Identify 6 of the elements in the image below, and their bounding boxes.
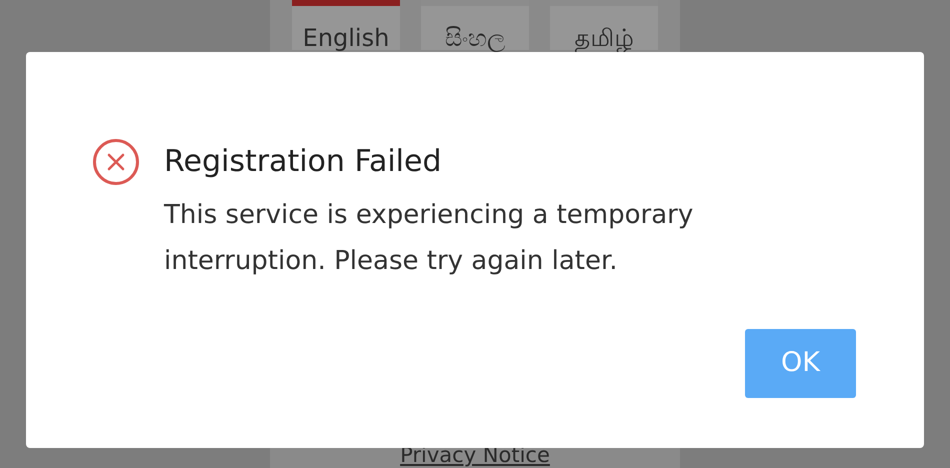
ok-button[interactable]: OK xyxy=(745,329,856,398)
error-icon xyxy=(92,138,140,186)
dialog-title: Registration Failed xyxy=(164,144,442,180)
language-tab[interactable]: English xyxy=(292,0,400,50)
privacy-notice-link[interactable]: Privacy Notice xyxy=(400,445,550,468)
dialog-message: This service is experiencing a temporary interruption. Please try again later. xyxy=(164,199,694,278)
